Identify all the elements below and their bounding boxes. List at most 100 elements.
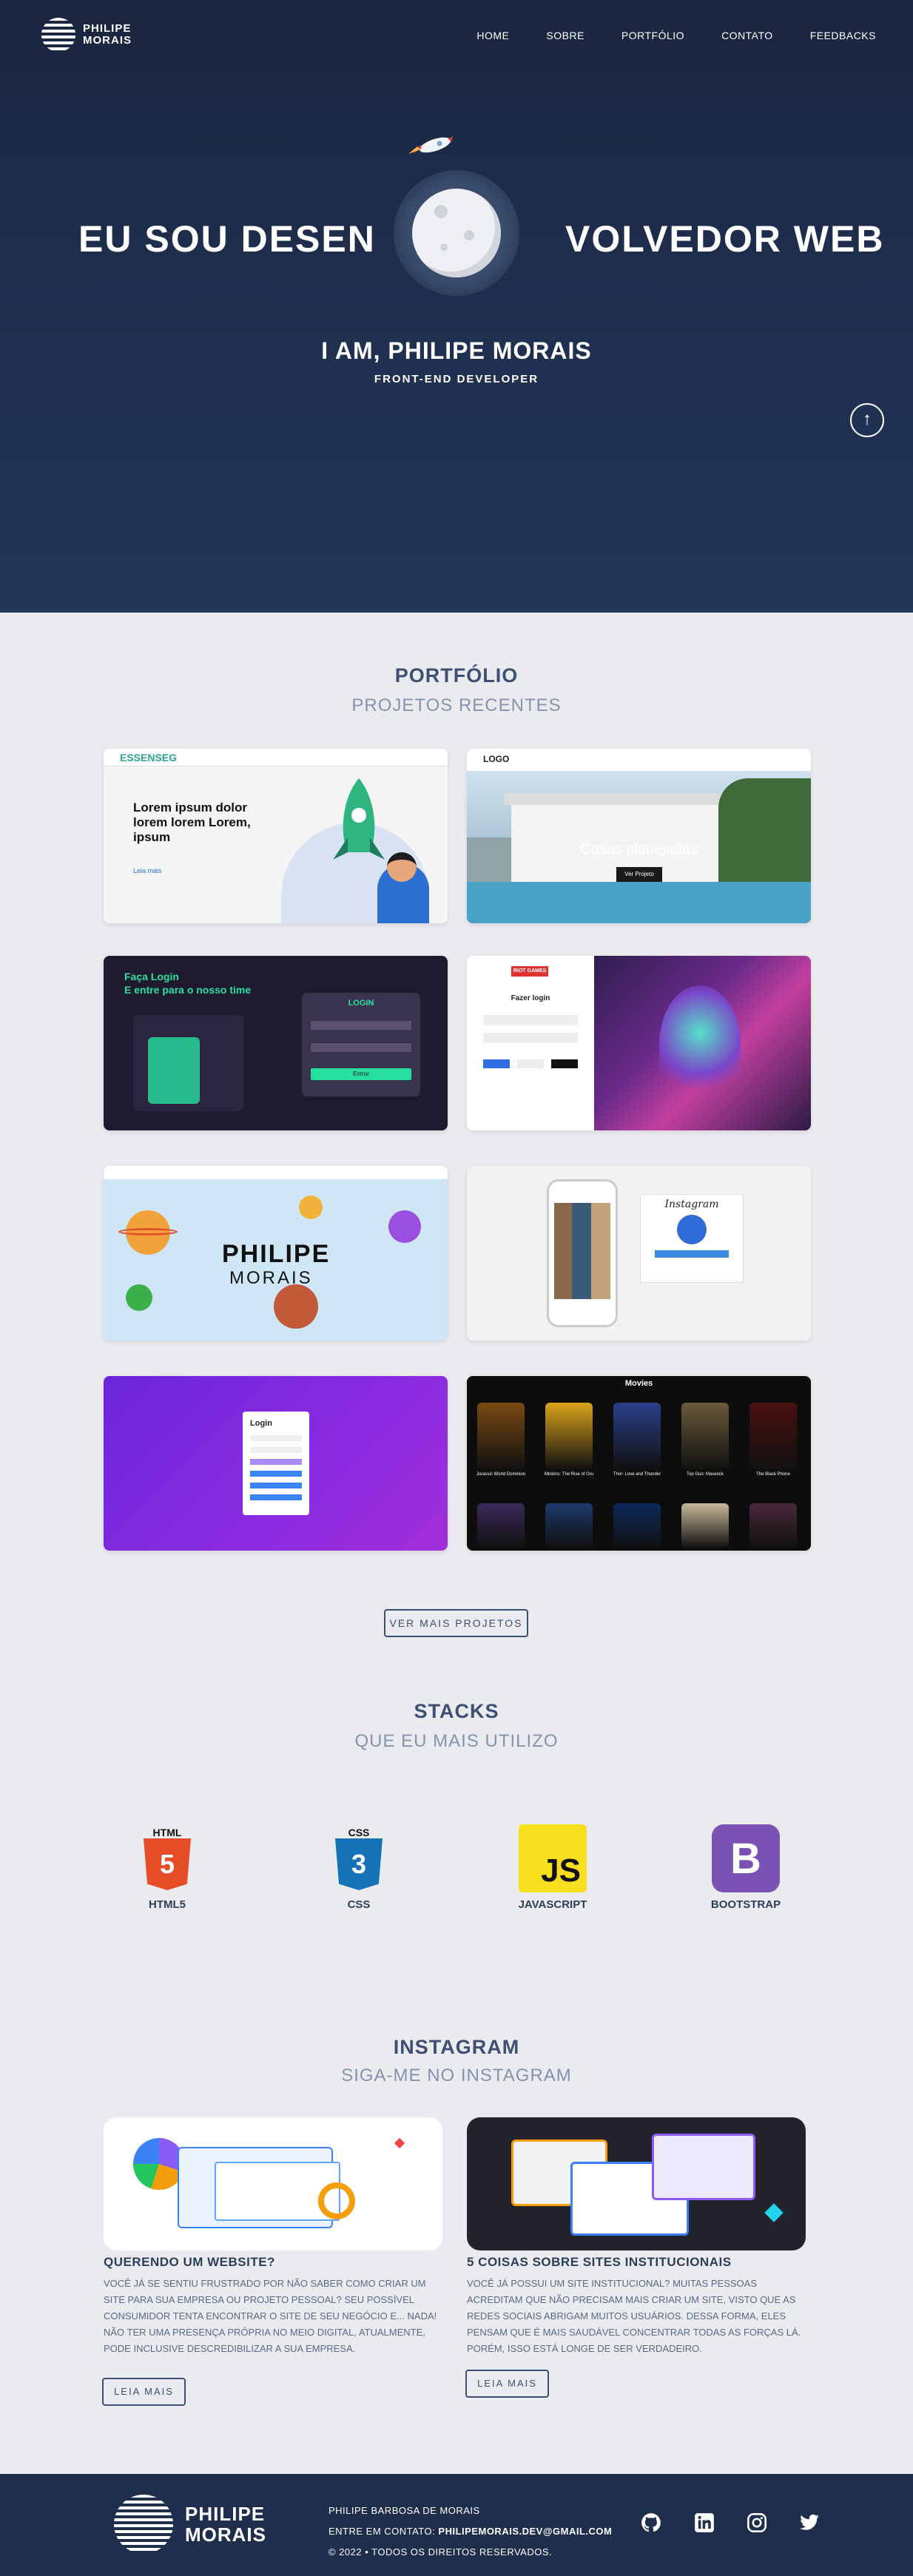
post-title-website: QUERENDO UM WEBSITE? — [104, 2255, 275, 2269]
logo-mark-icon — [41, 18, 75, 52]
stack-label: CSS — [347, 1898, 371, 1911]
twitter-icon — [800, 2514, 819, 2530]
post-text-institucional: Você já possui um site institucional? Mu… — [467, 2278, 801, 2354]
movie-poster[interactable] — [613, 1403, 661, 1469]
project-card-essenseg[interactable]: ESSENSEG Lorem ipsum dolor lorem lorem L… — [104, 749, 448, 923]
main-nav: HOME SOBRE PORTFÓLIO CONTATO FEEDBACKS — [476, 30, 876, 41]
portfolio-title: PORTFÓLIO — [394, 664, 519, 687]
post-text-website: Você já se sentiu frustrado por não sabe… — [104, 2278, 437, 2354]
post-image-institucional[interactable] — [467, 2117, 806, 2250]
project-link: Leia mais — [133, 867, 162, 874]
stack-javascript: JS JAVASCRIPT — [493, 1824, 612, 1911]
project-card-login[interactable]: Faça Login E entre para o nosso time LOG… — [104, 956, 448, 1130]
project-sub: E entre para o nosso time — [124, 984, 252, 996]
movie-poster[interactable] — [613, 1503, 661, 1548]
project-login-button[interactable]: Entrar — [311, 1068, 411, 1080]
footer-info: PHILIPE BARBOSA DE MORAIS ENTRE EM CONTA… — [329, 2501, 612, 2563]
movie-poster[interactable] — [681, 1503, 729, 1548]
movie-poster[interactable] — [477, 1403, 525, 1469]
movie-poster-title: Minions: The Rise of Gru — [544, 1472, 594, 1477]
read-more-button[interactable]: LEIA MAIS — [465, 2370, 549, 2398]
rocket-illustration-icon — [333, 778, 385, 860]
linkedin-link[interactable] — [693, 2511, 716, 2535]
post-image-website[interactable] — [104, 2117, 442, 2250]
project-headline: Faça Login — [124, 971, 179, 982]
portfolio-subtitle: PROJETOS RECENTES — [351, 695, 562, 715]
read-more-button[interactable]: LEIA MAIS — [102, 2378, 186, 2406]
stack-label: BOOTSTRAP — [710, 1898, 781, 1911]
nav-sobre[interactable]: SOBRE — [546, 30, 584, 41]
project-card-casas[interactable]: LOGO Casas planejadas Ver Projeto — [467, 749, 811, 923]
project-title: Movies — [624, 1379, 653, 1388]
nav-contato[interactable]: CONTATO — [721, 30, 773, 41]
project-view-button[interactable]: Ver Projeto — [616, 867, 662, 882]
movie-poster[interactable] — [477, 1503, 525, 1548]
post-title-institucional: 5 COISAS SOBRE SITES INSTITUCIONAIS — [467, 2255, 732, 2269]
stack-css: CSS 3 CSS — [300, 1824, 418, 1911]
movie-poster[interactable] — [545, 1503, 593, 1548]
linkedin-icon — [695, 2513, 714, 2532]
css3-icon: CSS 3 — [325, 1824, 393, 1892]
project-title: Login — [250, 1419, 272, 1428]
movie-poster[interactable] — [749, 1503, 797, 1548]
headline-left: EU SOU DESEN — [78, 218, 376, 260]
bootstrap-icon: B — [712, 1824, 780, 1892]
movie-poster-title: The Black Phone — [756, 1472, 790, 1477]
javascript-icon: JS — [519, 1824, 587, 1892]
footer-contact-label: ENTRE EM CONTATO: — [329, 2526, 436, 2537]
footer-logo[interactable]: PHILIPE MORAIS — [114, 2495, 266, 2554]
instagram-subtitle: SIGA-ME NO INSTAGRAM — [341, 2066, 572, 2086]
view-more-projects-button[interactable]: VER MAIS PROJETOS — [384, 1609, 528, 1637]
project-card-riot[interactable]: RIOT GAMES Fazer login — [467, 956, 811, 1130]
project-brand: LOGO — [483, 754, 510, 764]
project-card-movies[interactable]: Movies Jurassic World Dominion Minions: T… — [467, 1376, 811, 1551]
brand-logo[interactable]: PHILIPE MORAIS — [41, 18, 132, 52]
stacks-title: STACKS — [414, 1700, 499, 1722]
movie-poster[interactable] — [681, 1403, 729, 1469]
logo-mark-icon — [114, 2495, 173, 2554]
project-headline: Lorem ipsum dolor lorem lorem Lorem, ips… — [133, 800, 251, 844]
project-card-instagram[interactable]: Instagram — [467, 1166, 811, 1341]
twitter-link[interactable] — [798, 2511, 821, 2535]
brand-line2: MORAIS — [83, 34, 132, 47]
nav-feedbacks[interactable]: FEEDBACKS — [810, 30, 876, 41]
rocket-icon — [408, 136, 453, 154]
instagram-link[interactable] — [745, 2511, 769, 2535]
instagram-title: INSTAGRAM — [393, 2036, 520, 2058]
project-card-philipe[interactable]: PHILIPE MORAIS — [104, 1166, 448, 1341]
nav-portfolio[interactable]: PORTFÓLIO — [621, 30, 684, 41]
project-brand: ESSENSEG — [120, 752, 178, 763]
github-icon — [641, 2513, 661, 2532]
stack-html5: HTML 5 HTML5 — [108, 1824, 226, 1911]
hero-role: FRONT-END DEVELOPER — [374, 373, 539, 385]
hero-name: I AM, PHILIPE MORAIS — [321, 337, 592, 364]
stacks-subtitle: QUE EU MAIS UTILIZO — [354, 1731, 559, 1751]
footer-name: PHILIPE BARBOSA DE MORAIS — [329, 2505, 480, 2516]
moon-icon — [394, 170, 519, 296]
hero-section: PHILIPE MORAIS HOME SOBRE PORTFÓLIO CONT… — [0, 0, 913, 613]
brand-line1: PHILIPE — [185, 2503, 266, 2525]
nav-home[interactable]: HOME — [476, 30, 509, 41]
movie-poster-title: Jurassic World Dominion — [476, 1472, 526, 1477]
project-panel-title: LOGIN — [348, 999, 374, 1008]
arrow-up-icon: ↑ — [863, 409, 872, 429]
footer-copyright: © 2022 • TODOS OS DIREITOS RESERVADOS. — [329, 2546, 553, 2558]
movie-poster-title: Thor: Love and Thunder — [613, 1472, 661, 1477]
stack-label: HTML5 — [149, 1898, 186, 1911]
brand-line1: PHILIPE — [83, 22, 132, 35]
project-brand: PHILIPE — [222, 1240, 331, 1268]
movie-poster[interactable] — [749, 1403, 797, 1469]
project-overlay-text: Casas planejadas — [580, 841, 698, 857]
footer-email[interactable]: PHILIPEMORAIS.DEV@GMAIL.COM — [438, 2526, 612, 2537]
stack-label: JAVASCRIPT — [518, 1898, 587, 1911]
github-link[interactable] — [639, 2511, 663, 2535]
project-brand2: MORAIS — [229, 1268, 313, 1288]
instagram-icon — [747, 2513, 767, 2532]
movie-poster-title: Top Gun: Maverick — [686, 1472, 724, 1477]
project-card-login-purple[interactable]: Login — [104, 1376, 448, 1551]
stack-bootstrap: B BOOTSTRAP — [687, 1824, 805, 1911]
scroll-up-button[interactable]: ↑ — [850, 403, 884, 437]
project-brand: Instagram — [664, 1198, 719, 1210]
movie-poster[interactable] — [545, 1403, 593, 1469]
project-brand: RIOT GAMES — [511, 966, 548, 977]
